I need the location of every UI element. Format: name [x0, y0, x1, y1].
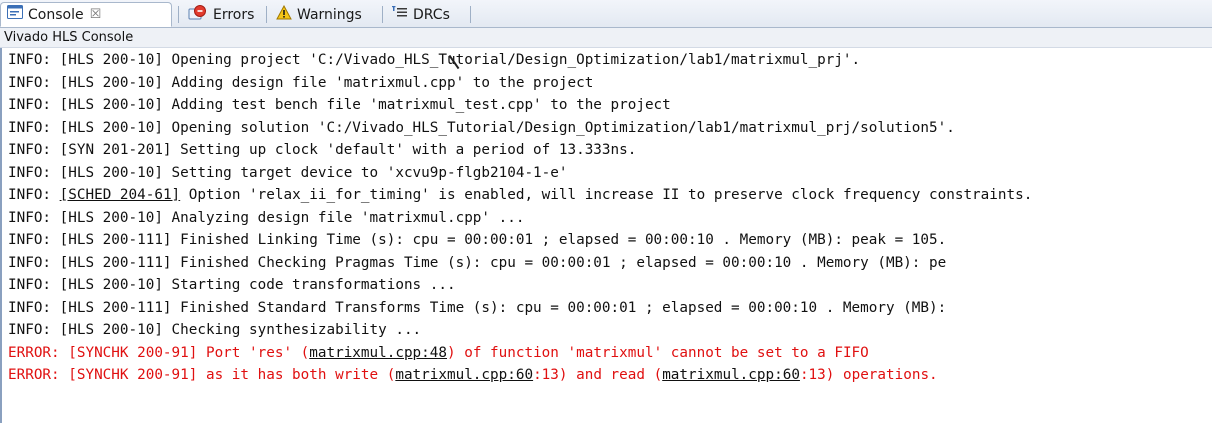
errors-icon — [188, 4, 208, 25]
console-text: :13) operations. — [799, 367, 938, 383]
console-info-line: INFO: [HLS 200-111] Finished Linking Tim… — [8, 229, 1210, 252]
console-text: INFO: [HLS 200-10] Opening solution 'C:/… — [8, 119, 955, 136]
console-info-line: INFO: [SYN 201-201] Setting up clock 'de… — [8, 139, 1210, 162]
console-text: ) of function 'matrixmul' cannot be set … — [447, 344, 869, 361]
tab-separator — [382, 6, 383, 23]
console-source-link[interactable]: matrixmul.cpp:48 — [309, 345, 447, 361]
view-tab-bar: Console ☒ Errors Warnings DRCs — [0, 0, 1212, 28]
vivado-console-view: Console ☒ Errors Warnings DRCs Vivado HL… — [0, 0, 1212, 423]
tab-drcs-label: DRCs — [413, 6, 450, 23]
console-error-line: ERROR: [SYNCHK 200-91] as it has both wr… — [8, 364, 1210, 387]
console-text: ERROR: [SYNCHK 200-91] as it has both wr… — [8, 367, 396, 383]
close-tab-icon[interactable]: ☒ — [90, 7, 102, 22]
console-info-line: INFO: [HLS 200-10] Checking synthesizabi… — [8, 319, 1210, 342]
console-icon — [7, 5, 23, 24]
drc-icon — [392, 5, 408, 24]
console-info-line: INFO: [HLS 200-10] Setting target device… — [8, 162, 1210, 185]
tab-warnings[interactable]: Warnings — [272, 2, 362, 27]
console-text: INFO: [HLS 200-10] Adding test bench fil… — [8, 97, 671, 113]
console-source-link[interactable]: matrixmul.cpp:60 — [662, 367, 800, 383]
console-text: INFO: [HLS 200-111] Finished Linking Tim… — [8, 232, 947, 248]
tab-errors[interactable]: Errors — [184, 2, 254, 27]
tab-separator — [266, 6, 267, 23]
console-error-line: ERROR: [SYNCHK 200-91] Port 'res' (matri… — [8, 342, 1210, 365]
tab-warnings-label: Warnings — [297, 6, 362, 23]
console-output[interactable]: INFO: [HLS 200-10] Opening project 'C:/V… — [0, 48, 1212, 423]
console-info-line: INFO: [HLS 200-10] Opening solution 'C:/… — [8, 117, 1210, 140]
console-text: INFO: [SYN 201-201] Setting up clock 'de… — [8, 142, 637, 158]
tab-console[interactable]: Console ☒ — [0, 2, 172, 27]
console-text: Option 'relax_ii_for_timing' is enabled,… — [180, 187, 1033, 203]
console-info-line: INFO: [HLS 200-10] Opening project 'C:/V… — [8, 49, 1210, 72]
tab-separator — [178, 6, 179, 23]
console-info-line: INFO: [HLS 200-10] Adding design file 'm… — [8, 72, 1210, 95]
console-text: INFO: [HLS 200-10] Checking synthesizabi… — [8, 322, 422, 338]
console-text: INFO: [HLS 200-111] Finished Checking Pr… — [8, 254, 947, 271]
tab-errors-label: Errors — [213, 6, 255, 23]
console-lines: INFO: [HLS 200-10] Opening project 'C:/V… — [8, 49, 1210, 387]
console-info-line: INFO: [HLS 200-10] Analyzing design file… — [8, 207, 1210, 230]
console-text: INFO: [HLS 200-111] Finished Standard Tr… — [8, 299, 947, 316]
console-text: ERROR: [SYNCHK 200-91] Port 'res' ( — [8, 344, 310, 361]
console-source-link[interactable]: [SCHED 204-61] — [60, 187, 181, 203]
tab-drcs[interactable]: DRCs — [388, 2, 450, 27]
console-title: Vivado HLS Console — [0, 28, 1212, 48]
console-info-line: INFO: [HLS 200-111] Finished Checking Pr… — [8, 252, 1210, 275]
warning-icon — [276, 4, 292, 24]
console-text: INFO: [HLS 200-10] Setting target device… — [8, 164, 568, 181]
console-info-line: INFO: [HLS 200-10] Adding test bench fil… — [8, 94, 1210, 117]
console-text: INFO: [HLS 200-10] Analyzing design file… — [8, 209, 525, 226]
tab-console-label: Console — [28, 6, 84, 23]
console-info-line: INFO: [HLS 200-111] Finished Standard Tr… — [8, 297, 1210, 320]
console-info-line: INFO: [HLS 200-10] Starting code transfo… — [8, 274, 1210, 297]
console-source-link[interactable]: matrixmul.cpp:60 — [395, 367, 533, 383]
console-text: INFO: [HLS 200-10] Opening project 'C:/V… — [8, 52, 861, 68]
console-text: INFO: — [8, 187, 60, 203]
console-text: INFO: [HLS 200-10] Starting code transfo… — [8, 277, 456, 293]
tab-separator — [470, 6, 471, 23]
console-text: :13) and read ( — [533, 367, 663, 383]
console-info-line: INFO: [SCHED 204-61] Option 'relax_ii_fo… — [8, 184, 1210, 207]
console-text: INFO: [HLS 200-10] Adding design file 'm… — [8, 74, 594, 91]
